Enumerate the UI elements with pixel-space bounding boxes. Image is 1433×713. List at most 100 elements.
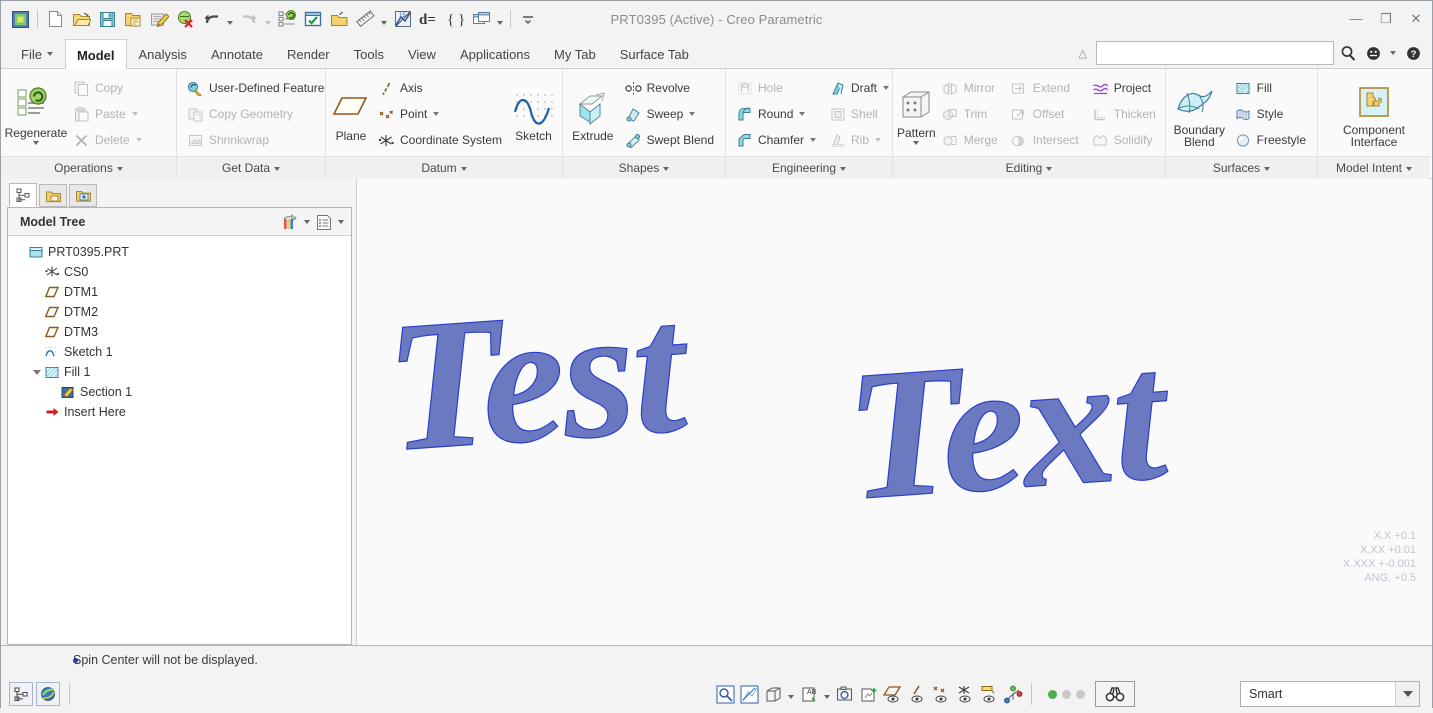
- tab-file[interactable]: File: [9, 39, 65, 69]
- tree-node[interactable]: Fill 1: [14, 362, 351, 382]
- view-manager-icon[interactable]: [833, 682, 857, 706]
- model-intent-group-label[interactable]: Model Intent: [1318, 156, 1430, 179]
- sweep-caret-icon[interactable]: [689, 112, 696, 116]
- shrinkwrap-button[interactable]: Shrinkwrap: [183, 127, 329, 153]
- merge-button[interactable]: Merge: [938, 127, 1003, 153]
- pattern-caret-icon[interactable]: [913, 141, 920, 145]
- graphics-window[interactable]: Test Text X.X +0.1 X.XX +0.01 X.XXX +-0.00…: [356, 179, 1432, 645]
- shell-button[interactable]: Shell: [825, 101, 894, 127]
- search-icon[interactable]: [1337, 41, 1359, 65]
- shapes-group-label[interactable]: Shapes: [563, 156, 725, 179]
- tab-view[interactable]: View: [396, 39, 448, 69]
- model-tree-toggle-icon[interactable]: [9, 682, 33, 706]
- datum-group-label[interactable]: Datum: [326, 156, 562, 179]
- sweep-button[interactable]: Sweep: [621, 101, 719, 127]
- selection-filter-select[interactable]: Smart: [1240, 681, 1420, 707]
- spin-center-icon[interactable]: [1001, 682, 1025, 706]
- surfaces-group-label[interactable]: Surfaces: [1166, 156, 1317, 179]
- minimize-ribbon-icon[interactable]: △: [1079, 47, 1087, 60]
- annotation-display-icon[interactable]: [977, 682, 1001, 706]
- plane-display-icon[interactable]: [881, 682, 905, 706]
- swept-blend-button[interactable]: Swept Blend: [621, 127, 719, 153]
- hole-button[interactable]: Hole: [732, 75, 821, 101]
- model-text-text[interactable]: Text: [840, 308, 1171, 544]
- search-input[interactable]: [1096, 41, 1334, 65]
- rib-caret-icon[interactable]: [875, 138, 882, 142]
- copy-button[interactable]: Copy: [69, 75, 147, 101]
- tree-node[interactable]: DTM3: [14, 322, 351, 342]
- model-text-test[interactable]: Test: [380, 261, 690, 495]
- tree-columns-icon[interactable]: [313, 211, 335, 233]
- thicken-button[interactable]: Thicken: [1088, 101, 1161, 127]
- sketch-button[interactable]: Sketch: [509, 86, 558, 142]
- restore-button[interactable]: ❐: [1378, 11, 1394, 27]
- saved-orientations-dropdown-icon[interactable]: [821, 682, 833, 706]
- tree-filters-dropdown-icon[interactable]: [301, 211, 313, 233]
- extend-button[interactable]: Extend: [1007, 75, 1084, 101]
- tree-node[interactable]: CS0: [14, 262, 351, 282]
- get-data-group-label[interactable]: Get Data: [177, 156, 325, 179]
- browser-toggle-icon[interactable]: [36, 682, 60, 706]
- help-icon[interactable]: ?: [1402, 41, 1424, 65]
- selection-filter-arrow-icon[interactable]: [1395, 682, 1419, 706]
- pattern-button[interactable]: Pattern: [897, 83, 936, 145]
- csys-display-icon[interactable]: [953, 682, 977, 706]
- draft-caret-icon[interactable]: [883, 86, 890, 90]
- tab-render[interactable]: Render: [275, 39, 342, 69]
- zoom-in-icon[interactable]: [713, 682, 737, 706]
- tree-node[interactable]: Sketch 1: [14, 342, 351, 362]
- refit-icon[interactable]: [737, 682, 761, 706]
- tab-tools[interactable]: Tools: [342, 39, 396, 69]
- tree-node[interactable]: Section 1: [14, 382, 351, 402]
- intersect-button[interactable]: Intersect: [1007, 127, 1084, 153]
- appearance-icon[interactable]: [857, 682, 881, 706]
- fill-button[interactable]: Fill: [1231, 75, 1311, 101]
- chamfer-caret-icon[interactable]: [810, 138, 817, 142]
- delete-caret-icon[interactable]: [135, 138, 142, 142]
- solidify-button[interactable]: Solidify: [1088, 127, 1161, 153]
- project-button[interactable]: Project: [1088, 75, 1161, 101]
- offset-button[interactable]: Offset: [1007, 101, 1084, 127]
- display-style-dropdown-icon[interactable]: [785, 682, 797, 706]
- tree-node[interactable]: DTM1: [14, 282, 351, 302]
- file-menu-caret-icon[interactable]: [46, 52, 53, 56]
- plane-button[interactable]: Plane: [330, 86, 372, 142]
- find-icon[interactable]: [1095, 681, 1135, 707]
- folder-browser-tab[interactable]: [39, 184, 67, 207]
- close-button[interactable]: ✕: [1408, 11, 1424, 27]
- help-options-icon[interactable]: [1362, 41, 1384, 65]
- tab-analysis[interactable]: Analysis: [127, 39, 199, 69]
- tree-node[interactable]: Insert Here: [14, 402, 351, 422]
- freestyle-button[interactable]: Freestyle: [1231, 127, 1311, 153]
- delete-button[interactable]: Delete: [69, 127, 147, 153]
- draft-button[interactable]: Draft: [825, 75, 894, 101]
- axis-display-icon[interactable]: [905, 682, 929, 706]
- tree-collapse-icon[interactable]: [30, 369, 43, 375]
- user-defined-feature-button[interactable]: User-Defined Feature: [183, 75, 329, 101]
- display-style-icon[interactable]: [761, 682, 785, 706]
- tab-surface-tab[interactable]: Surface Tab: [608, 39, 701, 69]
- regenerate-caret-icon[interactable]: [33, 141, 39, 145]
- copy-geometry-button[interactable]: Copy Geometry: [183, 101, 329, 127]
- paste-button[interactable]: Paste: [69, 101, 147, 127]
- favorites-tab[interactable]: [69, 184, 97, 207]
- mirror-button[interactable]: Mirror: [938, 75, 1003, 101]
- tab-model[interactable]: Model: [64, 39, 127, 70]
- tree-node[interactable]: DTM2: [14, 302, 351, 322]
- tab-annotate[interactable]: Annotate: [199, 39, 275, 69]
- tab-applications[interactable]: Applications: [448, 39, 542, 69]
- round-button[interactable]: Round: [732, 101, 821, 127]
- engineering-group-label[interactable]: Engineering: [726, 156, 892, 179]
- chamfer-button[interactable]: Chamfer: [732, 127, 821, 153]
- operations-group-label[interactable]: Operations: [1, 156, 176, 179]
- extrude-button[interactable]: Extrude: [567, 86, 619, 142]
- boundary-blend-button[interactable]: Boundary Blend: [1170, 80, 1229, 148]
- point-caret-icon[interactable]: [433, 112, 440, 116]
- tree-filters-icon[interactable]: [279, 211, 301, 233]
- axis-button[interactable]: Axis: [374, 75, 507, 101]
- point-display-icon[interactable]: [929, 682, 953, 706]
- round-caret-icon[interactable]: [799, 112, 806, 116]
- regenerate-button[interactable]: Regenerate: [5, 83, 67, 145]
- help-dropdown-icon[interactable]: [1387, 41, 1399, 65]
- model-tree-tab[interactable]: [9, 183, 37, 207]
